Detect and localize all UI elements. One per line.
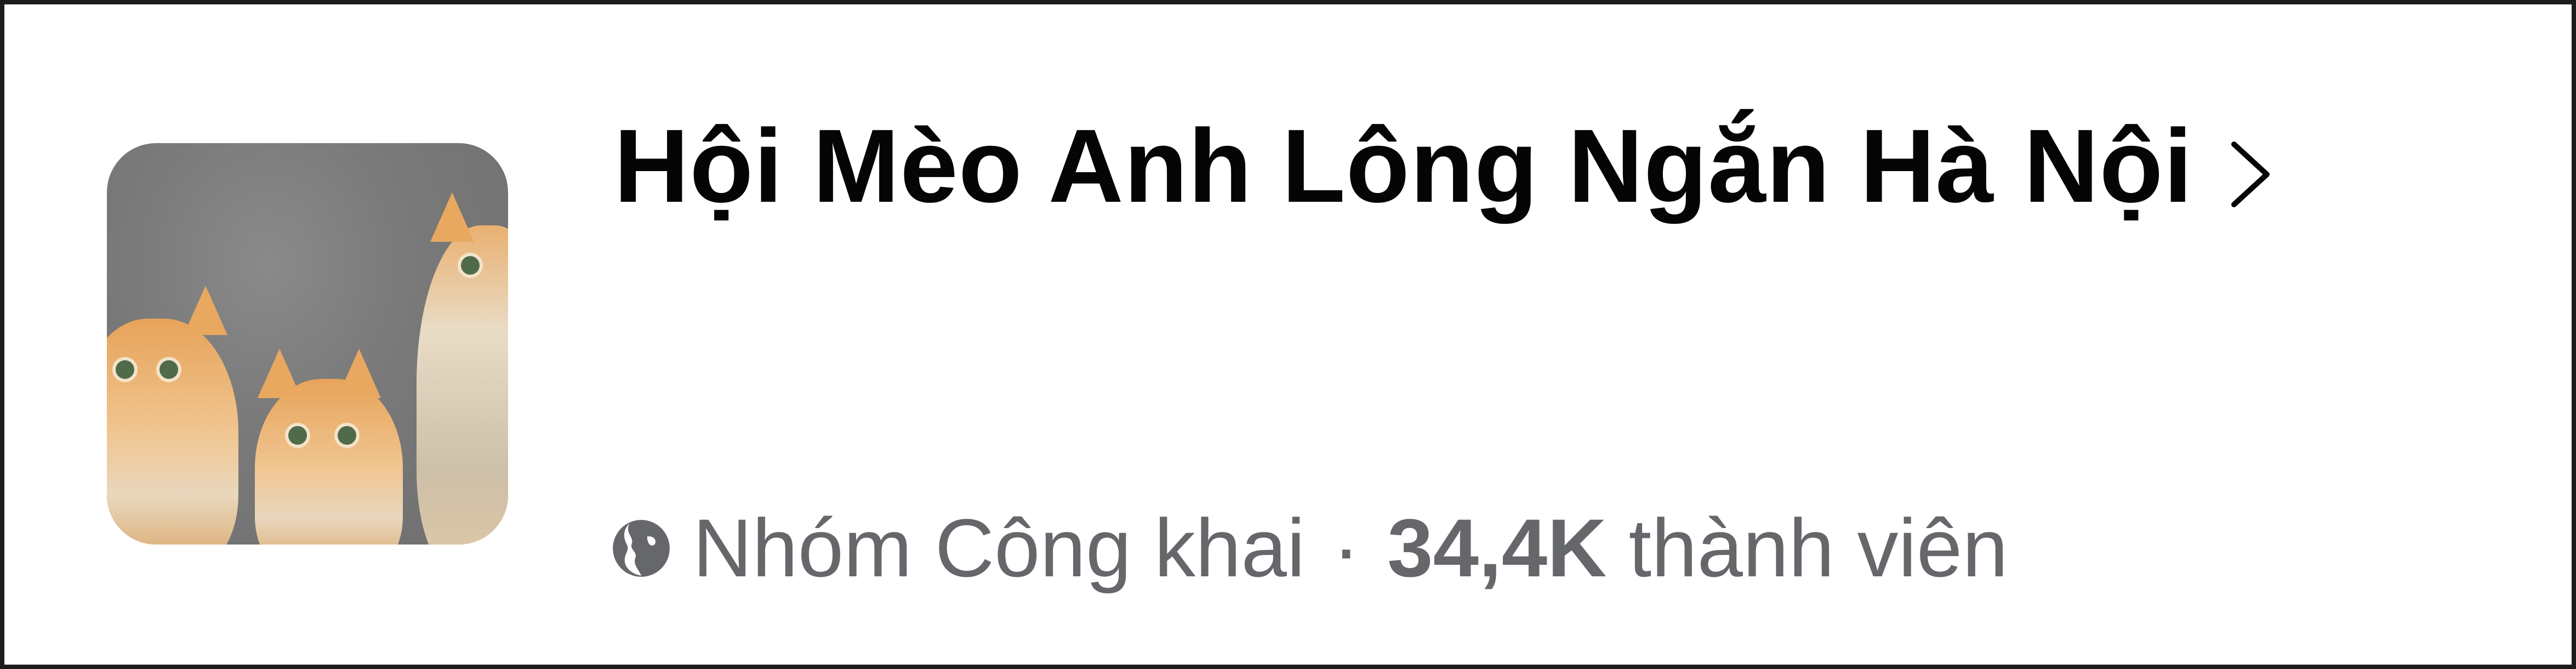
member-label: thành viên [1628,502,2008,594]
member-count[interactable]: 34,4K [1387,501,1606,596]
privacy-label: Nhóm Công khai [693,502,1306,594]
cat-ear [337,349,381,398]
chevron-right-icon[interactable] [2226,139,2275,210]
cat-ear [184,286,227,335]
cat-eye [285,423,310,448]
cat-eye [112,357,138,382]
globe-icon [613,519,670,577]
group-name: Hội Mèo Anh Lông Ngắn Hà Nội [614,108,2193,224]
cat-eye [458,253,483,278]
cat-eye [156,357,181,382]
cat-ear [430,192,474,242]
separator: · [1332,502,1360,594]
group-header-card: Hội Mèo Anh Lông Ngắn Hà Nội Nhóm Công k… [4,4,2572,665]
group-name-link[interactable]: Hội Mèo Anh Lông Ngắn Hà Nội [614,87,2477,246]
cat-left [107,319,238,545]
group-cover-photo[interactable] [107,143,508,545]
cat-eye [334,423,360,448]
cat-ear [258,349,301,398]
group-meta: Nhóm Công khai · 34,4K thành viên [612,501,2008,596]
cat-middle [255,379,403,545]
